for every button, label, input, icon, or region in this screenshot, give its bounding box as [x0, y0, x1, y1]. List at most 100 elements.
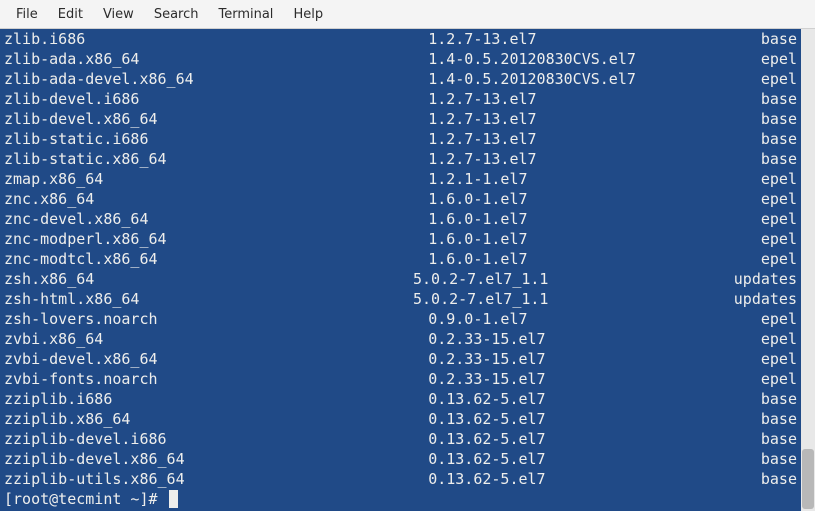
package-repo: base	[761, 469, 797, 489]
package-version: 1.2.7-13.el7	[428, 29, 761, 49]
package-name: zziplib-devel.x86_64	[4, 449, 428, 469]
package-name: zziplib-devel.i686	[4, 429, 428, 449]
menu-item-terminal[interactable]: Terminal	[208, 4, 283, 25]
package-name: zlib-static.i686	[4, 129, 428, 149]
package-row: zvbi-fonts.noarch0.2.33-15.el7epel	[4, 369, 797, 389]
package-row: zziplib-devel.i6860.13.62-5.el7base	[4, 429, 797, 449]
package-version: 0.2.33-15.el7	[428, 369, 761, 389]
package-version: 0.2.33-15.el7	[428, 329, 761, 349]
package-repo: updates	[734, 289, 797, 309]
package-repo: base	[761, 409, 797, 429]
package-name: zziplib-utils.x86_64	[4, 469, 428, 489]
package-repo: epel	[761, 309, 797, 329]
package-repo: epel	[761, 369, 797, 389]
package-version: 1.4-0.5.20120830CVS.el7	[428, 49, 761, 69]
package-version: 1.6.0-1.el7	[428, 209, 761, 229]
package-name: znc-modtcl.x86_64	[4, 249, 428, 269]
package-row: zlib-ada.x86_641.4-0.5.20120830CVS.el7ep…	[4, 49, 797, 69]
package-version: 0.13.62-5.el7	[428, 409, 761, 429]
menubar: FileEditViewSearchTerminalHelp	[0, 0, 815, 29]
package-version: 1.2.7-13.el7	[428, 109, 761, 129]
package-row: znc-devel.x86_641.6.0-1.el7epel	[4, 209, 797, 229]
package-row: zlib-devel.i6861.2.7-13.el7base	[4, 89, 797, 109]
package-repo: base	[761, 149, 797, 169]
package-repo: base	[761, 29, 797, 49]
package-row: zvbi.x86_640.2.33-15.el7epel	[4, 329, 797, 349]
menu-item-view[interactable]: View	[93, 4, 144, 25]
package-row: zziplib.x86_640.13.62-5.el7base	[4, 409, 797, 429]
package-name: zlib-ada-devel.x86_64	[4, 69, 428, 89]
package-row: zziplib-devel.x86_640.13.62-5.el7base	[4, 449, 797, 469]
package-version: 0.13.62-5.el7	[428, 429, 761, 449]
package-row: zvbi-devel.x86_640.2.33-15.el7epel	[4, 349, 797, 369]
package-version: 1.6.0-1.el7	[428, 249, 761, 269]
package-name: zlib.i686	[4, 29, 428, 49]
package-row: zlib-devel.x86_641.2.7-13.el7base	[4, 109, 797, 129]
package-version: 1.6.0-1.el7	[428, 189, 761, 209]
package-repo: base	[761, 429, 797, 449]
package-name: zlib-devel.i686	[4, 89, 428, 109]
package-row: znc-modtcl.x86_641.6.0-1.el7epel	[4, 249, 797, 269]
package-repo: epel	[761, 329, 797, 349]
package-row: zziplib.i6860.13.62-5.el7base	[4, 389, 797, 409]
package-version: 1.2.7-13.el7	[428, 149, 761, 169]
package-name: zsh-lovers.noarch	[4, 309, 428, 329]
package-row: zlib-ada-devel.x86_641.4-0.5.20120830CVS…	[4, 69, 797, 89]
package-name: znc-modperl.x86_64	[4, 229, 428, 249]
package-version: 5.0.2-7.el7_1.1	[413, 269, 734, 289]
package-repo: epel	[761, 169, 797, 189]
package-repo: epel	[761, 69, 797, 89]
package-repo: epel	[761, 229, 797, 249]
menu-item-file[interactable]: File	[6, 4, 48, 25]
package-row: zlib.i6861.2.7-13.el7base	[4, 29, 797, 49]
package-name: zziplib.x86_64	[4, 409, 428, 429]
package-row: zziplib-utils.x86_640.13.62-5.el7base	[4, 469, 797, 489]
package-name: zvbi-fonts.noarch	[4, 369, 428, 389]
package-repo: base	[761, 129, 797, 149]
scrollbar-thumb[interactable]	[802, 449, 814, 509]
package-version: 0.9.0-1.el7	[428, 309, 761, 329]
package-repo: epel	[761, 249, 797, 269]
package-name: zlib-devel.x86_64	[4, 109, 428, 129]
package-name: zsh-html.x86_64	[4, 289, 413, 309]
package-version: 0.13.62-5.el7	[428, 469, 761, 489]
package-name: zlib-static.x86_64	[4, 149, 428, 169]
package-repo: epel	[761, 349, 797, 369]
terminal-wrap: zlib.i6861.2.7-13.el7basezlib-ada.x86_64…	[0, 29, 815, 511]
terminal-output[interactable]: zlib.i6861.2.7-13.el7basezlib-ada.x86_64…	[0, 29, 801, 511]
menu-item-search[interactable]: Search	[144, 4, 209, 25]
package-repo: base	[761, 389, 797, 409]
package-name: zvbi.x86_64	[4, 329, 428, 349]
cursor	[169, 490, 178, 508]
package-version: 0.2.33-15.el7	[428, 349, 761, 369]
menu-item-edit[interactable]: Edit	[48, 4, 93, 25]
terminal-window: FileEditViewSearchTerminalHelp zlib.i686…	[0, 0, 815, 511]
package-row: zmap.x86_641.2.1-1.el7epel	[4, 169, 797, 189]
package-version: 1.6.0-1.el7	[428, 229, 761, 249]
package-name: zvbi-devel.x86_64	[4, 349, 428, 369]
package-repo: base	[761, 109, 797, 129]
package-name: znc.x86_64	[4, 189, 428, 209]
package-row: zsh-html.x86_645.0.2-7.el7_1.1updates	[4, 289, 797, 309]
package-name: zsh.x86_64	[4, 269, 413, 289]
package-name: zmap.x86_64	[4, 169, 428, 189]
prompt-text: [root@tecmint ~]#	[4, 489, 167, 509]
package-repo: base	[761, 89, 797, 109]
package-row: zsh.x86_645.0.2-7.el7_1.1updates	[4, 269, 797, 289]
package-repo: epel	[761, 49, 797, 69]
package-version: 1.4-0.5.20120830CVS.el7	[428, 69, 761, 89]
scrollbar[interactable]	[801, 29, 815, 511]
package-name: zziplib.i686	[4, 389, 428, 409]
package-row: zlib-static.x86_641.2.7-13.el7base	[4, 149, 797, 169]
package-row: zsh-lovers.noarch0.9.0-1.el7epel	[4, 309, 797, 329]
package-repo: updates	[734, 269, 797, 289]
package-row: zlib-static.i6861.2.7-13.el7base	[4, 129, 797, 149]
package-version: 0.13.62-5.el7	[428, 449, 761, 469]
package-version: 0.13.62-5.el7	[428, 389, 761, 409]
package-repo: base	[761, 449, 797, 469]
package-version: 1.2.1-1.el7	[428, 169, 761, 189]
package-row: znc-modperl.x86_641.6.0-1.el7epel	[4, 229, 797, 249]
package-version: 5.0.2-7.el7_1.1	[413, 289, 734, 309]
menu-item-help[interactable]: Help	[283, 4, 333, 25]
prompt-line[interactable]: [root@tecmint ~]#	[4, 489, 797, 509]
